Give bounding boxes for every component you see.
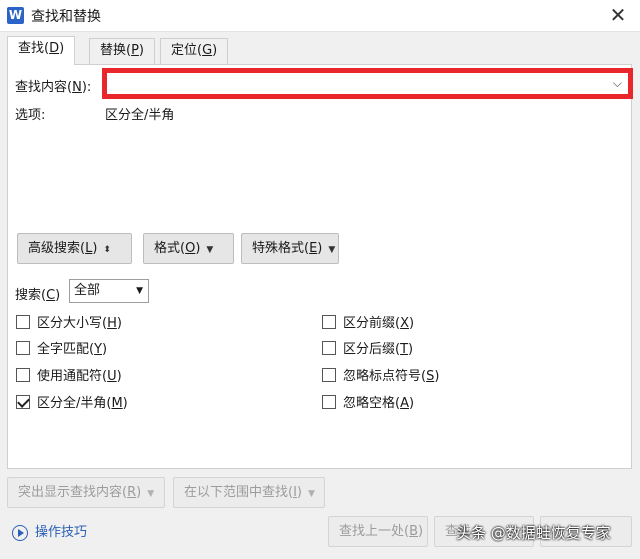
dropdown-arrow-icon: ▼ — [206, 245, 214, 255]
dropdown-arrow-icon: ▼ — [328, 245, 336, 255]
special-format-button[interactable]: 特殊格式(E) ▼ — [241, 233, 339, 264]
match-case-checkbox[interactable]: 区分大小写(H) — [16, 312, 122, 332]
ignore-whitespace-checkbox[interactable]: 忽略空格(A) — [322, 392, 414, 412]
checkbox-box[interactable] — [322, 314, 336, 329]
tips-link[interactable]: 操作技巧 — [12, 521, 87, 541]
options-value: 区分全/半角 — [105, 108, 175, 123]
close-button[interactable]: ✕ — [606, 3, 630, 27]
advanced-search-button[interactable]: 高级搜索(L) ⬍ — [17, 233, 132, 264]
find-content-input[interactable]: ⌵ — [102, 68, 633, 99]
whole-word-checkbox[interactable]: 全字匹配(Y) — [16, 338, 107, 358]
find-content-label: 查找内容(N): — [15, 80, 92, 95]
checkbox-box[interactable] — [16, 314, 30, 329]
format-button[interactable]: 格式(O) ▼ — [143, 233, 234, 264]
dropdown-arrow-icon: ▼ — [147, 489, 155, 499]
watermark-text: 头条 @数据蛙恢复专家 — [456, 524, 611, 542]
up-down-arrow-icon: ⬍ — [103, 245, 111, 255]
checkbox-box[interactable] — [16, 340, 30, 355]
checkbox-checked[interactable] — [16, 394, 30, 409]
search-scope-label: 搜索(C) — [15, 288, 61, 303]
dropdown-arrow-icon: ▼ — [308, 489, 315, 499]
full-half-width-checkbox[interactable]: 区分全/半角(M) — [16, 392, 128, 412]
chevron-down-icon[interactable]: ⌵ — [613, 76, 622, 91]
options-label: 选项: — [15, 108, 46, 123]
wps-writer-icon: W — [7, 7, 24, 24]
ignore-punctuation-checkbox[interactable]: 忽略标点符号(S) — [322, 365, 439, 385]
find-in-range-button[interactable]: 在以下范围中查找(I) ▼ — [173, 477, 325, 508]
wildcard-checkbox[interactable]: 使用通配符(U) — [16, 365, 122, 385]
play-circle-icon — [12, 524, 28, 541]
tab-goto[interactable]: 定位(G) — [160, 38, 229, 64]
search-scope-select[interactable]: 全部 ▼ — [69, 279, 149, 303]
checkbox-box[interactable] — [16, 367, 30, 382]
checkbox-box[interactable] — [322, 367, 336, 382]
find-previous-button[interactable]: 查找上一处(B) — [328, 516, 428, 547]
highlight-results-button[interactable]: 突出显示查找内容(R) ▼ — [7, 477, 165, 508]
find-panel: 查找内容(N): ⌵ 选项: 区分全/半角 高级搜索(L) ⬍ 格式(O) ▼ 特殊… — [7, 64, 633, 469]
tab-find[interactable]: 查找(D) — [7, 36, 76, 65]
dropdown-arrow-icon: ▼ — [136, 286, 143, 296]
tab-replace[interactable]: 替换(P) — [89, 38, 155, 64]
title-bar: W 查找和替换 ✕ — [0, 0, 640, 32]
match-prefix-checkbox[interactable]: 区分前缀(X) — [322, 312, 414, 332]
checkbox-box[interactable] — [322, 340, 336, 355]
window-title: 查找和替换 — [31, 9, 101, 25]
checkbox-box[interactable] — [322, 394, 336, 409]
match-suffix-checkbox[interactable]: 区分后缀(T) — [322, 338, 413, 358]
